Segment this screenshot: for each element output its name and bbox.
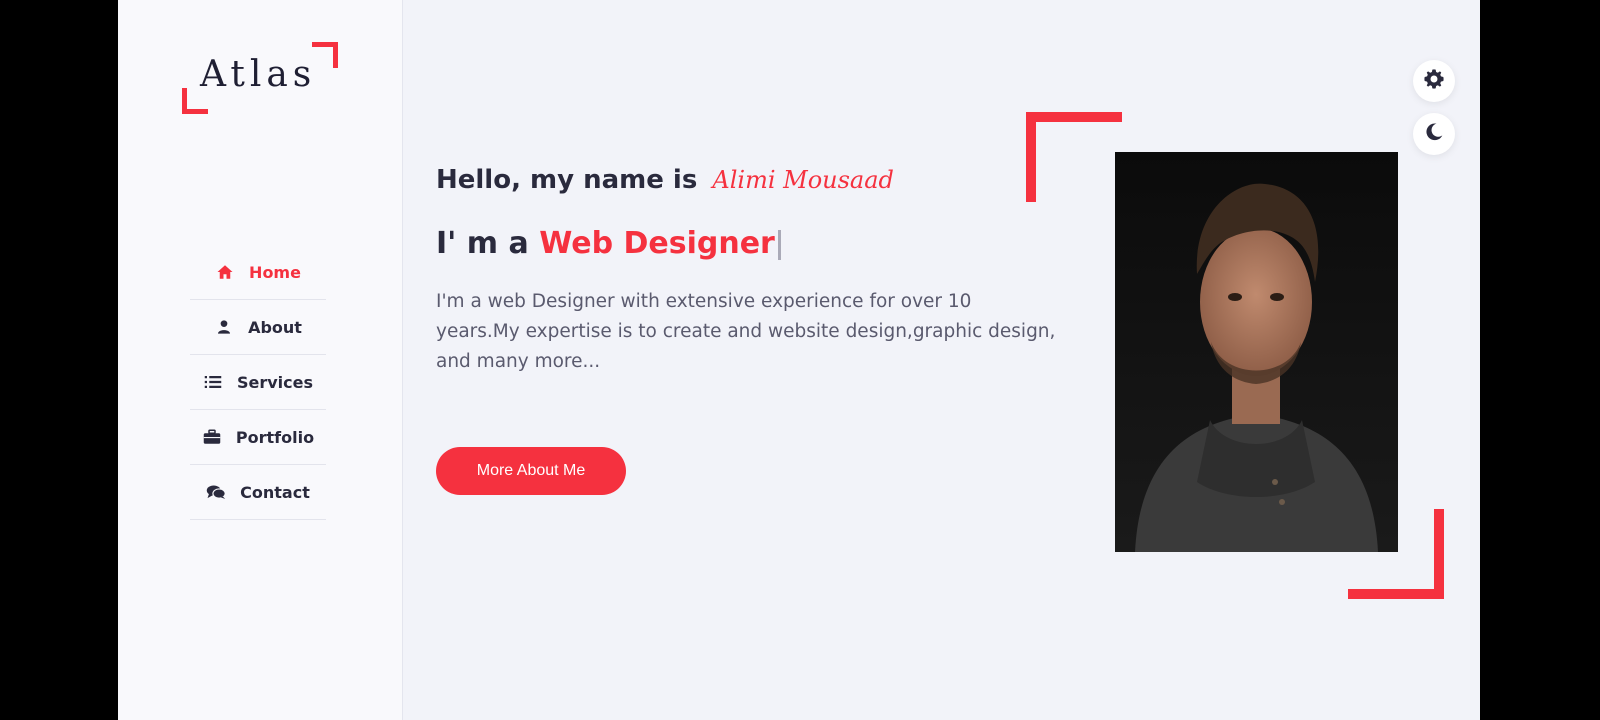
- sidebar-item-label: Home: [249, 262, 301, 282]
- greeting-heading: Hello, my name is Alimi Mousaad: [436, 165, 894, 195]
- user-icon: [214, 317, 234, 337]
- role-prefix: I' m a: [436, 226, 529, 261]
- profile-photo: [1115, 152, 1398, 552]
- sidebar-item-label: Services: [236, 372, 314, 392]
- more-about-me-button[interactable]: More About Me: [436, 447, 626, 495]
- sidebar-item-services[interactable]: Services: [190, 355, 326, 410]
- sidebar-nav: Home About Services Portfolio Contact: [190, 245, 326, 520]
- briefcase-icon: [202, 427, 222, 447]
- sidebar-item-home[interactable]: Home: [190, 245, 326, 300]
- profile-photo-illustration: [1135, 183, 1378, 552]
- sidebar-item-label: Portfolio: [235, 427, 315, 447]
- home-icon: [215, 262, 235, 282]
- sidebar-item-label: Contact: [240, 482, 310, 502]
- gear-icon: [1423, 68, 1445, 94]
- logo-text: Atlas: [200, 54, 317, 95]
- sidebar-item-contact[interactable]: Contact: [190, 465, 326, 520]
- hero-description: I'm a web Designer with extensive experi…: [436, 291, 1056, 372]
- sidebar-item-about[interactable]: About: [190, 300, 326, 355]
- sidebar-item-label: About: [248, 317, 302, 337]
- greeting-text: Hello, my name is: [436, 165, 698, 195]
- person-name: Alimi Mousaad: [712, 166, 894, 194]
- moon-icon: [1424, 122, 1444, 146]
- logo[interactable]: Atlas: [182, 42, 338, 114]
- settings-button[interactable]: [1413, 60, 1455, 102]
- photo-frame-top-left: [1026, 112, 1122, 202]
- comments-icon: [206, 482, 226, 502]
- typing-caret: [777, 229, 781, 260]
- sidebar: Atlas Home About Services Portfolio Cont…: [118, 0, 403, 720]
- page: Atlas Home About Services Portfolio Cont…: [118, 0, 1480, 720]
- list-icon: [203, 372, 223, 392]
- role-highlight: Web Designer: [539, 226, 775, 261]
- theme-toggle-button[interactable]: [1413, 113, 1455, 155]
- role-heading: I' m a Web Designer: [436, 226, 781, 261]
- sidebar-item-portfolio[interactable]: Portfolio: [190, 410, 326, 465]
